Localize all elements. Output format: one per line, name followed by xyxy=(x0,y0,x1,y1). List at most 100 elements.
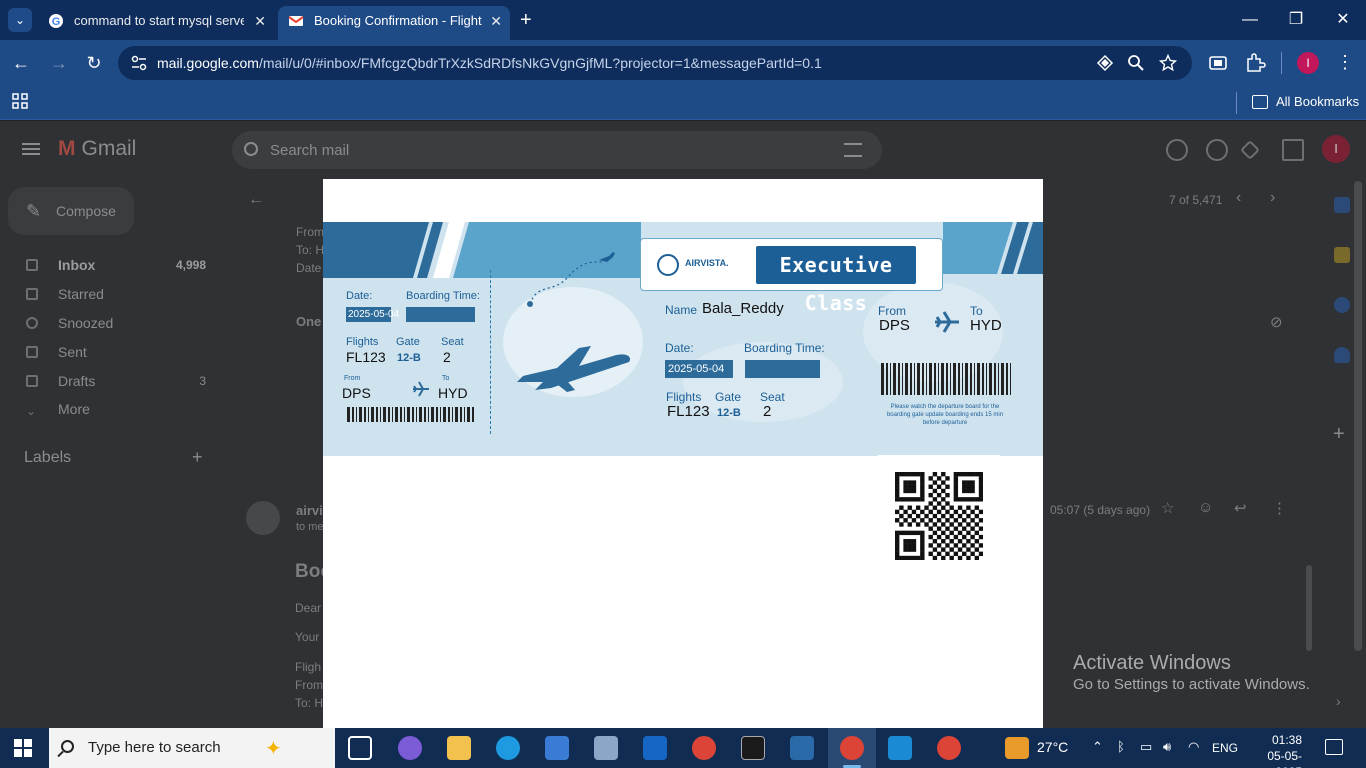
notification-center-icon[interactable] xyxy=(1325,739,1343,755)
windows-start-icon[interactable] xyxy=(14,739,32,757)
sidebar-item-sent[interactable]: Sent xyxy=(24,340,214,364)
taskbar-search-box[interactable]: Type here to search ✦ xyxy=(49,728,335,768)
page-scrollbar[interactable] xyxy=(1354,181,1362,651)
outlook-icon[interactable] xyxy=(643,736,667,760)
close-window-button[interactable]: ✕ xyxy=(1331,8,1355,32)
microsoft-store-icon[interactable] xyxy=(545,736,569,760)
tab-booking-confirmation[interactable]: Booking Confirmation - Flight T ✕ xyxy=(278,6,510,40)
tab-strip: ⌄ G command to start mysql server ✕ Book… xyxy=(0,0,1366,40)
older-chevron-icon[interactable]: › xyxy=(1270,189,1275,207)
bookmark-star-icon[interactable] xyxy=(1159,54,1177,72)
volume-icon[interactable]: 🔊︎ xyxy=(1163,739,1171,755)
star-message-icon[interactable]: ☆ xyxy=(1161,499,1174,517)
task-view-icon[interactable] xyxy=(348,736,372,760)
input-language[interactable]: ENG xyxy=(1212,741,1238,755)
activate-windows-watermark: Activate Windows Go to Settings to activ… xyxy=(1073,651,1310,695)
email-body-line: Fligh xyxy=(295,660,322,674)
newer-chevron-icon[interactable]: ‹ xyxy=(1236,189,1241,207)
gmail-logo-text: Gmail xyxy=(81,137,137,160)
google-apps-icon[interactable] xyxy=(1282,139,1304,161)
brand-name: AIRVISTA. xyxy=(685,258,729,268)
side-panel-toggle-icon[interactable]: › xyxy=(1336,693,1341,709)
screen-capture-icon[interactable] xyxy=(1207,52,1229,74)
sidebar-item-starred[interactable]: Starred xyxy=(24,282,214,306)
emoji-react-icon[interactable]: ☺ xyxy=(1198,499,1213,516)
battery-icon[interactable]: ▭ xyxy=(1140,739,1152,755)
calendar-icon[interactable] xyxy=(1334,197,1350,213)
profile-avatar[interactable]: I xyxy=(1297,52,1319,74)
stub-seat-label: Seat xyxy=(441,336,464,348)
search-options-icon[interactable] xyxy=(844,143,862,157)
new-tab-button[interactable]: + xyxy=(520,8,532,32)
tab-mysql[interactable]: G command to start mysql server ✕ xyxy=(38,6,274,40)
vscode-icon[interactable] xyxy=(888,736,912,760)
system-clock[interactable]: 01:38 05-05-2025 xyxy=(1252,732,1302,768)
weather-icon[interactable] xyxy=(1005,737,1029,759)
sidebar-item-inbox[interactable]: Inbox 4,998 xyxy=(24,253,214,277)
tab-title: Booking Confirmation - Flight T xyxy=(314,13,484,28)
sidebar-item-drafts[interactable]: Drafts 3 xyxy=(24,369,214,393)
toolbar-divider xyxy=(1281,52,1282,74)
browser-toolbar: ← → ↻ mail.google.com/mail/u/0/#inbox/FM… xyxy=(0,40,1366,86)
edge-icon[interactable] xyxy=(496,736,520,760)
reply-icon[interactable]: ↩ xyxy=(1234,499,1247,517)
stub-date-value: 2025-05-04 xyxy=(346,307,400,322)
help-icon[interactable] xyxy=(1166,139,1188,161)
more-options-icon[interactable]: ⋮ xyxy=(1272,499,1287,517)
sidebar-item-label: Inbox xyxy=(58,257,96,273)
email-body-line: Your xyxy=(295,630,320,644)
settings-gear-icon[interactable] xyxy=(1206,139,1228,161)
temperature[interactable]: 27°C xyxy=(1037,739,1068,755)
extensions-icon[interactable] xyxy=(1244,52,1266,74)
apps-grid-icon[interactable] xyxy=(12,93,28,109)
email-body-line: From xyxy=(295,678,323,692)
all-bookmarks-button[interactable]: All Bookmarks xyxy=(1256,93,1359,111)
main-menu-icon[interactable] xyxy=(22,143,40,155)
gmail-logo[interactable]: M Gmail xyxy=(58,137,136,161)
install-app-icon[interactable] xyxy=(1096,54,1114,72)
network-tool-icon[interactable] xyxy=(594,736,618,760)
reload-button[interactable]: ↻ xyxy=(83,52,105,74)
bluetooth-icon[interactable]: ᛒ xyxy=(1117,739,1125,754)
back-to-inbox-icon[interactable]: ← xyxy=(248,191,264,209)
compose-button[interactable]: Compose xyxy=(8,187,134,235)
chrome-icon[interactable] xyxy=(692,736,716,760)
chrome-profile-icon[interactable] xyxy=(840,736,864,760)
tab-search-button[interactable]: ⌄ xyxy=(8,8,32,32)
forward-button[interactable]: → xyxy=(48,52,70,74)
airplane-icon xyxy=(413,381,429,397)
back-button[interactable]: ← xyxy=(10,52,32,74)
sidebar-item-label: Drafts xyxy=(58,373,96,389)
account-avatar[interactable]: I xyxy=(1322,135,1350,163)
sidebar-item-more[interactable]: ⌄ More xyxy=(24,397,214,421)
address-bar[interactable]: mail.google.com/mail/u/0/#inbox/FMfcgzQb… xyxy=(118,46,1192,80)
terminal-icon[interactable] xyxy=(741,736,765,760)
copilot-icon[interactable] xyxy=(398,736,422,760)
restore-button[interactable]: ❐ xyxy=(1284,8,1308,32)
zoom-icon[interactable] xyxy=(1127,54,1145,72)
search-highlight-icon: ✦ xyxy=(265,738,282,760)
mysql-workbench-icon[interactable] xyxy=(790,736,814,760)
tasks-icon[interactable] xyxy=(1334,297,1350,313)
file-explorer-icon[interactable] xyxy=(447,736,471,760)
chrome-icon[interactable] xyxy=(937,736,961,760)
get-addons-icon[interactable]: + xyxy=(1333,423,1345,446)
show-hidden-icons[interactable]: ⌃ xyxy=(1092,739,1103,755)
add-label-button[interactable]: + xyxy=(192,447,203,468)
minimize-button[interactable]: — xyxy=(1238,8,1262,32)
mail-search-box[interactable]: Search mail xyxy=(232,131,882,169)
close-tab-icon[interactable]: ✕ xyxy=(490,6,502,36)
ticket-perforation xyxy=(490,270,491,434)
keep-icon[interactable] xyxy=(1334,247,1350,263)
open-in-new-icon[interactable]: ⊘ xyxy=(1270,313,1283,331)
main-boarding-label: Boarding Time: xyxy=(744,341,825,355)
email-scrollbar[interactable] xyxy=(1306,565,1312,651)
gemini-icon[interactable] xyxy=(1240,140,1260,160)
contacts-icon[interactable] xyxy=(1334,347,1350,363)
site-info-icon[interactable] xyxy=(130,54,148,72)
stub-barcode xyxy=(347,407,474,422)
browser-menu-icon[interactable]: ⋮ xyxy=(1336,50,1354,74)
close-tab-icon[interactable]: ✕ xyxy=(254,6,266,36)
sidebar-item-snoozed[interactable]: Snoozed xyxy=(24,311,214,335)
wifi-icon[interactable]: ◠ xyxy=(1188,739,1199,755)
